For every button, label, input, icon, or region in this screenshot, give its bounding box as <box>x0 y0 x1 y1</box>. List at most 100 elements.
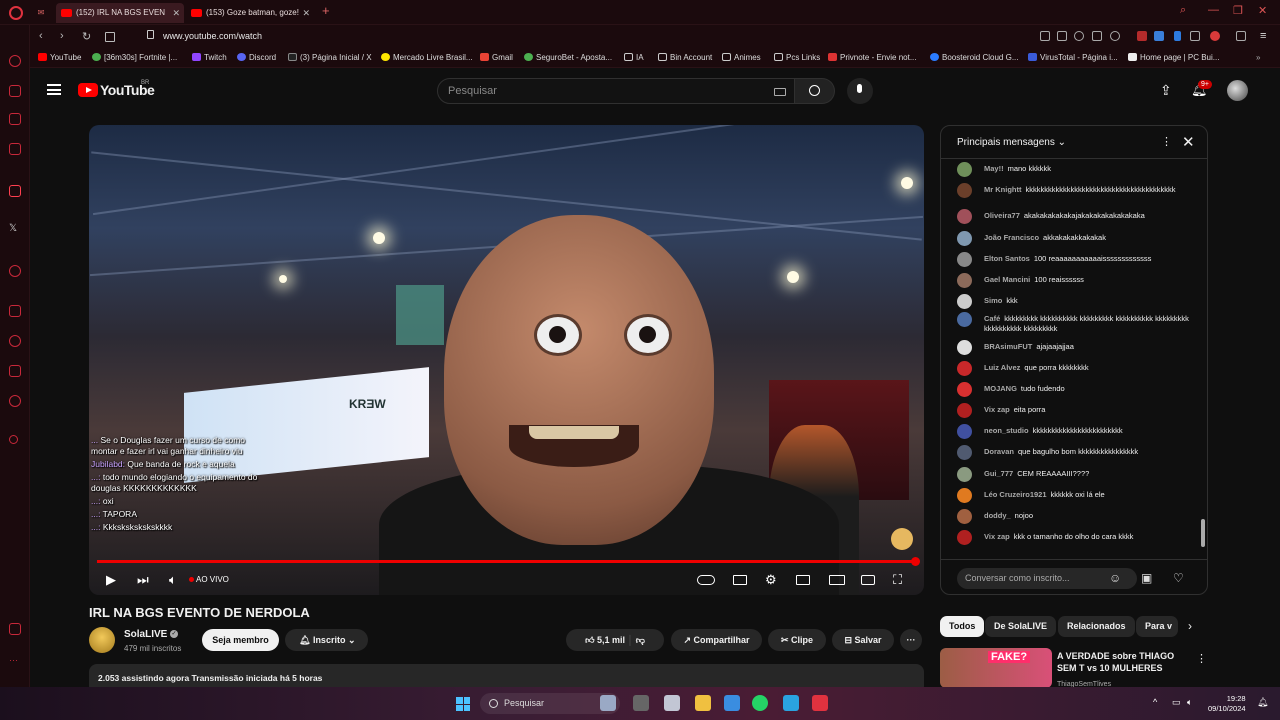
chat-author-avatar[interactable] <box>957 183 972 198</box>
close-window-button[interactable]: ✕ <box>1258 4 1267 17</box>
vpn-app-icon[interactable] <box>724 695 740 711</box>
chat-author-avatar[interactable] <box>957 488 972 503</box>
chat-author-name[interactable]: Café <box>984 314 1000 323</box>
edit-icon[interactable] <box>1040 31 1050 41</box>
related-video-thumbnail[interactable]: FAKE? <box>940 648 1052 688</box>
autoplay-toggle[interactable] <box>697 575 715 585</box>
minimize-button[interactable]: — <box>1208 4 1219 16</box>
related-more-icon[interactable]: ⋮ <box>1196 652 1207 665</box>
chat-author-name[interactable]: Léo Cruzeiro1921 <box>984 490 1047 499</box>
sidebar-dot-icon[interactable] <box>9 435 18 444</box>
sidebar-twitch-icon[interactable] <box>9 113 21 125</box>
volume-tray-icon[interactable]: 🔈︎ <box>1187 697 1192 708</box>
url-field[interactable]: www.youtube.com/watch <box>163 31 262 41</box>
thumbs-down-icon[interactable]: 👎︎ <box>636 635 645 645</box>
download-icon[interactable] <box>1074 31 1084 41</box>
chat-author-name[interactable]: Mr Knightt <box>984 185 1022 194</box>
play-icon[interactable]: ▶ <box>106 572 116 588</box>
opera-taskbar-icon[interactable] <box>812 695 828 711</box>
join-membership-button[interactable]: Seja membro <box>202 629 279 651</box>
browser-tab[interactable]: (153) Goze batman, goze! ✕ <box>186 3 314 23</box>
bookmark-privnote[interactable]: Privnote - Envie not... <box>828 53 916 62</box>
sidebar-cube-icon[interactable] <box>9 365 21 377</box>
extension-icon[interactable] <box>1092 31 1102 41</box>
chat-mode-dropdown[interactable]: Principais mensagens ⌄ <box>957 137 1066 148</box>
bookmarks-overflow-icon[interactable]: » <box>1256 53 1260 62</box>
search-box[interactable]: Pesquisar <box>437 78 795 104</box>
cursor-extension-icon[interactable] <box>1174 31 1181 41</box>
clip-button[interactable]: ✂ Clipe <box>768 629 826 651</box>
bookmark-folder-bin-account[interactable]: Bin Account <box>658 53 712 62</box>
chat-author-avatar[interactable] <box>957 252 972 267</box>
chat-more-icon[interactable]: ⋮ <box>1161 135 1172 148</box>
chat-close-icon[interactable]: ✕ <box>1182 133 1195 151</box>
chat-author-avatar[interactable] <box>957 467 972 482</box>
related-video-title[interactable]: A VERDADE sobre THIAGO SEM T vs 10 MULHE… <box>1057 650 1192 674</box>
progress-bar[interactable] <box>97 560 917 563</box>
chat-author-avatar[interactable] <box>957 403 972 418</box>
bookmark-folder-pcs-links[interactable]: Pcs Links <box>774 53 820 62</box>
reload-icon[interactable]: ↻ <box>82 30 91 43</box>
more-actions-icon[interactable]: ··· <box>900 629 922 651</box>
mail-tab-icon[interactable]: ✉ <box>30 3 52 23</box>
chat-author-name[interactable]: Vix zap <box>984 532 1010 541</box>
chat-author-name[interactable]: neon_studio <box>984 426 1029 435</box>
opera-logo-icon[interactable] <box>9 6 23 20</box>
heart-icon[interactable]: ♡ <box>1173 571 1184 585</box>
sidebar-gallery-icon[interactable] <box>9 623 21 635</box>
app-icon[interactable] <box>664 695 680 711</box>
bookmark-fortnite[interactable]: [36m30s] Fortnite |... <box>92 53 177 62</box>
live-label[interactable]: AO VIVO <box>196 575 229 584</box>
sidebar-shopping-icon[interactable] <box>9 85 21 97</box>
bookmark-folder-ia[interactable]: IA <box>624 53 644 62</box>
chat-author-avatar[interactable] <box>957 273 972 288</box>
extension-blue-icon[interactable] <box>1154 31 1164 41</box>
fullscreen-icon[interactable]: ⛶ <box>893 572 902 588</box>
taskbar-search[interactable]: Pesquisar <box>480 693 620 714</box>
windows-start-icon[interactable] <box>456 697 470 711</box>
bookmark-youtube[interactable]: YouTube <box>38 53 81 62</box>
chip-channel[interactable]: De SolaLIVE <box>985 616 1057 637</box>
super-chat-icon[interactable]: ▣ <box>1141 571 1152 585</box>
chip-for-you[interactable]: Para v <box>1136 616 1178 637</box>
menu-icon[interactable]: ≡ <box>1260 30 1266 42</box>
chip-related[interactable]: Relacionados <box>1058 616 1135 637</box>
bookmark-boosteroid[interactable]: Boosteroid Cloud G... <box>930 53 1018 62</box>
aria-icon[interactable] <box>1210 31 1220 41</box>
downloads-icon[interactable] <box>1236 31 1246 41</box>
forward-icon[interactable]: › <box>60 30 64 42</box>
bookmark-pcbuilder[interactable]: Home page | PC Bui... <box>1128 53 1219 62</box>
lock-icon[interactable] <box>147 30 154 39</box>
sidebar-speed-dial-icon[interactable] <box>9 55 21 67</box>
sidebar-more-icon[interactable]: ··· <box>9 655 21 667</box>
chat-author-avatar[interactable] <box>957 162 972 177</box>
chat-author-name[interactable]: Simo <box>984 296 1002 305</box>
chat-author-name[interactable]: Gui_777 <box>984 469 1013 478</box>
tray-overflow-icon[interactable]: ^ <box>1153 697 1157 707</box>
chat-author-name[interactable]: Elton Santos <box>984 254 1030 263</box>
chat-author-avatar[interactable] <box>957 340 972 355</box>
notification-center-icon[interactable]: 🔔︎ <box>1257 697 1268 708</box>
channel-name[interactable]: SolaLIVE <box>124 629 167 640</box>
chat-scroll-thumb[interactable] <box>1201 519 1205 547</box>
channel-avatar[interactable] <box>89 627 115 653</box>
close-tab-icon[interactable]: ✕ <box>302 3 310 23</box>
new-tab-button[interactable]: + <box>322 3 330 18</box>
sidebar-settings-icon[interactable] <box>9 395 21 407</box>
chat-author-avatar[interactable] <box>957 294 972 309</box>
sidebar-pinboard-icon[interactable] <box>9 305 21 317</box>
sidebar-aria-icon[interactable] <box>9 185 21 197</box>
search-button[interactable] <box>795 78 835 104</box>
guide-menu-icon[interactable] <box>47 84 61 95</box>
account-avatar[interactable] <box>1227 80 1248 101</box>
search-input[interactable]: Pesquisar <box>448 85 497 97</box>
sidebar-history-icon[interactable] <box>9 335 21 347</box>
video-player[interactable]: KRƎW ... Se o Douglas fazer um curso de … <box>89 125 924 595</box>
chat-author-avatar[interactable] <box>957 312 972 327</box>
bookmark-mercadolivre[interactable]: Mercado Livre Brasil... <box>381 53 473 62</box>
volume-icon[interactable]: 🔈︎ <box>169 572 177 588</box>
chat-author-name[interactable]: Luiz Alvez <box>984 363 1020 372</box>
subscribed-button[interactable]: 🔔︎ Inscrito ⌄ <box>285 629 368 651</box>
extension-puzzle-icon[interactable] <box>1190 31 1200 41</box>
back-icon[interactable]: ‹ <box>39 30 43 42</box>
